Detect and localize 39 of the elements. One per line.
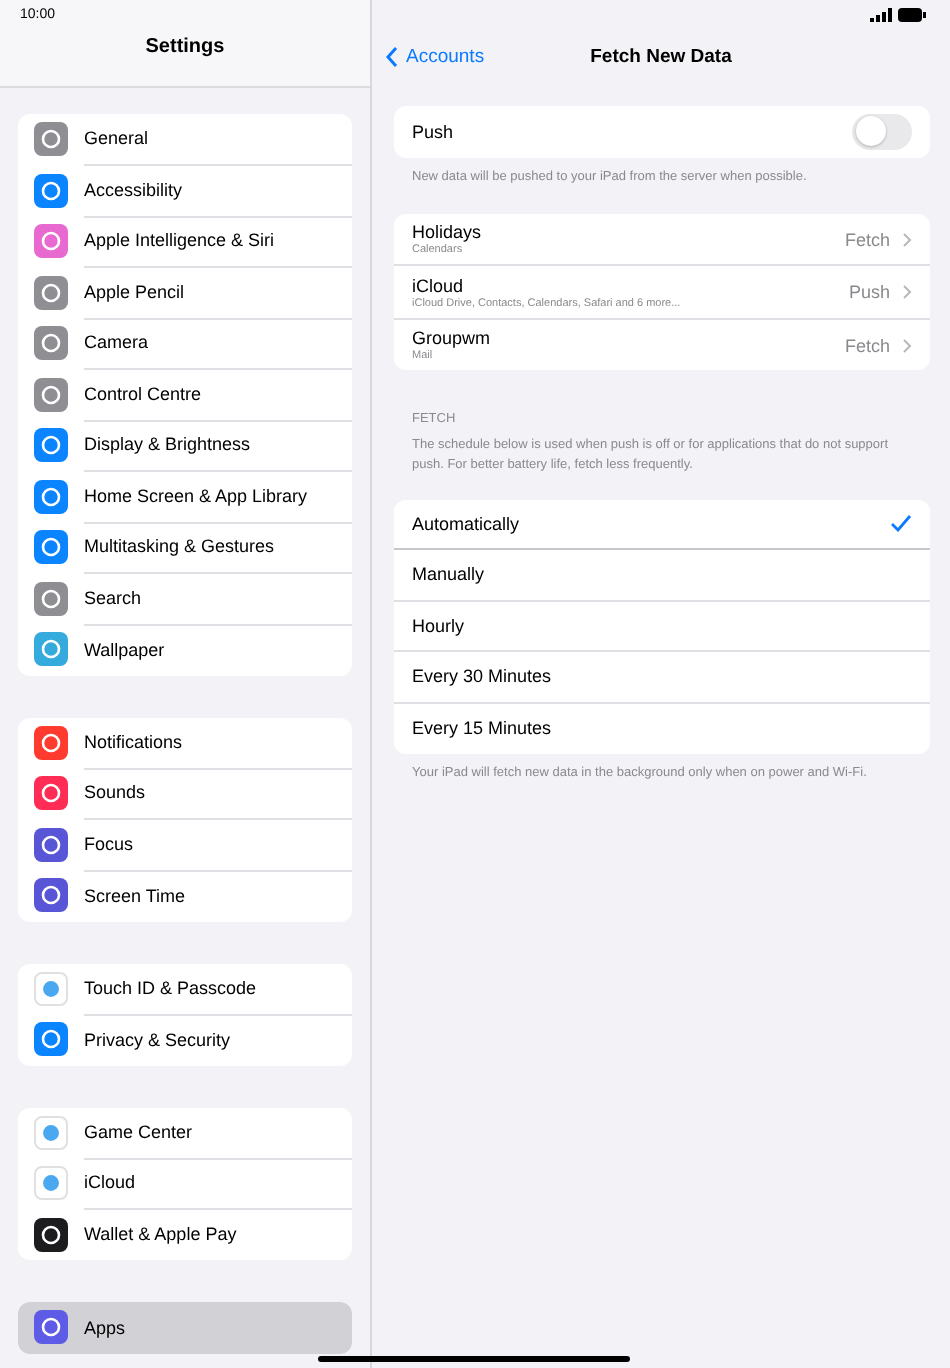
sidebar-item[interactable]: Focus xyxy=(18,819,352,870)
sidebar-item[interactable]: Apple Pencil xyxy=(18,267,352,318)
account-fetch-value: Fetch xyxy=(844,335,890,356)
sidebar-item[interactable]: Privacy & Security xyxy=(18,1014,352,1065)
sidebar-item[interactable]: Display & Brightness xyxy=(18,420,352,471)
sidebar-item[interactable]: General xyxy=(18,114,352,165)
sidebar-item[interactable]: Multitasking & Gestures xyxy=(18,522,352,573)
account-fetch-value: Push xyxy=(848,282,890,303)
sidebar-item[interactable]: Apps xyxy=(18,1302,352,1353)
sidebar-item[interactable]: Camera xyxy=(18,318,352,369)
signal-icon xyxy=(870,7,892,21)
push-toggle[interactable] xyxy=(852,113,912,150)
account-fetch-value: Fetch xyxy=(844,229,890,250)
sidebar-item[interactable]: Wallet & Apple Pay xyxy=(18,1209,352,1260)
sidebar-item[interactable]: Game Center xyxy=(18,1107,352,1158)
sidebar-item[interactable]: Notifications xyxy=(18,717,352,768)
chevron-right-icon xyxy=(902,231,912,248)
sidebar-item[interactable]: Wallpaper xyxy=(18,624,352,675)
battery-icon xyxy=(898,7,926,21)
sidebar-item[interactable]: Control Centre xyxy=(18,369,352,420)
sidebar-item[interactable]: Sounds xyxy=(18,768,352,819)
push-label: Push xyxy=(412,121,454,142)
page-title: Fetch New Data xyxy=(590,46,732,68)
sidebar-item[interactable]: Search xyxy=(18,573,352,624)
chevron-right-icon xyxy=(902,337,912,354)
account-name: iCloud xyxy=(412,275,466,296)
account-name: Groupwm xyxy=(412,328,493,349)
chevron-right-icon xyxy=(902,284,912,301)
account-name: Holidays xyxy=(412,222,484,243)
sidebar-item[interactable]: iCloud xyxy=(18,1158,352,1209)
back-button[interactable]: Accounts xyxy=(372,44,497,70)
chevron-left-icon xyxy=(386,46,398,68)
sidebar-title: Settings xyxy=(145,36,225,58)
sidebar-item[interactable]: Touch ID & Passcode xyxy=(18,963,352,1014)
sidebar-item[interactable]: Apple Intelligence & Siri xyxy=(18,216,352,267)
sidebar-item[interactable]: Screen Time xyxy=(18,870,352,921)
sidebar-item[interactable]: Home Screen & App Library xyxy=(18,471,352,522)
sidebar-item[interactable]: Accessibility xyxy=(18,165,352,216)
checkmark-icon xyxy=(890,514,912,533)
